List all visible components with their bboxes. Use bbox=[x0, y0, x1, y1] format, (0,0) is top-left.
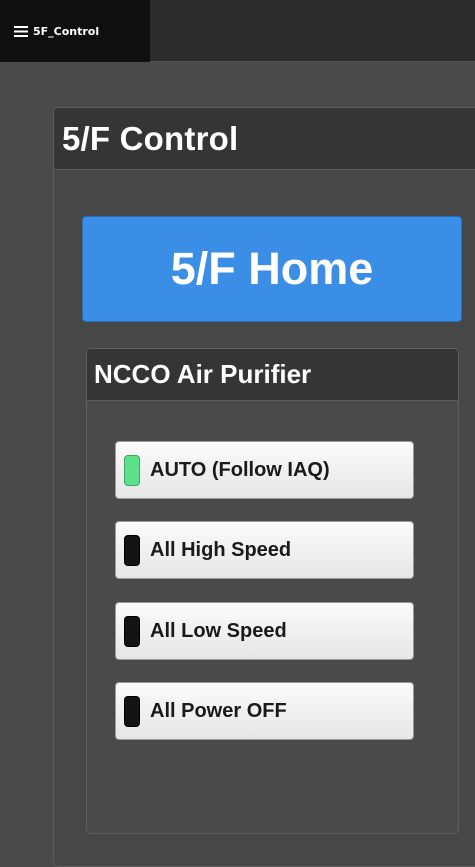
status-indicator-off bbox=[124, 615, 140, 647]
mode-button-high-speed[interactable]: All High Speed bbox=[115, 521, 414, 579]
status-indicator-on bbox=[124, 454, 140, 486]
top-bar: 5F_Control bbox=[0, 0, 475, 62]
hamburger-menu-icon[interactable] bbox=[14, 25, 28, 37]
panel-header: 5/F Control bbox=[54, 108, 475, 170]
mode-button-power-off[interactable]: All Power OFF bbox=[115, 682, 414, 740]
air-purifier-header: NCCO Air Purifier bbox=[87, 349, 458, 401]
mode-button-label: AUTO (Follow IAQ) bbox=[150, 458, 330, 481]
home-button[interactable]: 5/F Home bbox=[82, 216, 462, 322]
page-title: 5/F Control bbox=[62, 119, 239, 157]
mode-button-label: All Power OFF bbox=[150, 699, 287, 722]
mode-button-low-speed[interactable]: All Low Speed bbox=[115, 602, 414, 660]
nav-tab-label: 5F_Control bbox=[33, 24, 100, 38]
mode-button-label: All Low Speed bbox=[150, 619, 287, 642]
air-purifier-title: NCCO Air Purifier bbox=[94, 359, 312, 389]
mode-button-auto[interactable]: AUTO (Follow IAQ) bbox=[115, 441, 414, 499]
home-button-label: 5/F Home bbox=[170, 243, 374, 294]
nav-tab-5f-control[interactable]: 5F_Control bbox=[0, 0, 150, 62]
status-indicator-off bbox=[124, 695, 140, 727]
status-indicator-off bbox=[124, 534, 140, 566]
mode-button-label: All High Speed bbox=[150, 538, 292, 561]
air-purifier-panel: NCCO Air Purifier bbox=[86, 348, 459, 834]
